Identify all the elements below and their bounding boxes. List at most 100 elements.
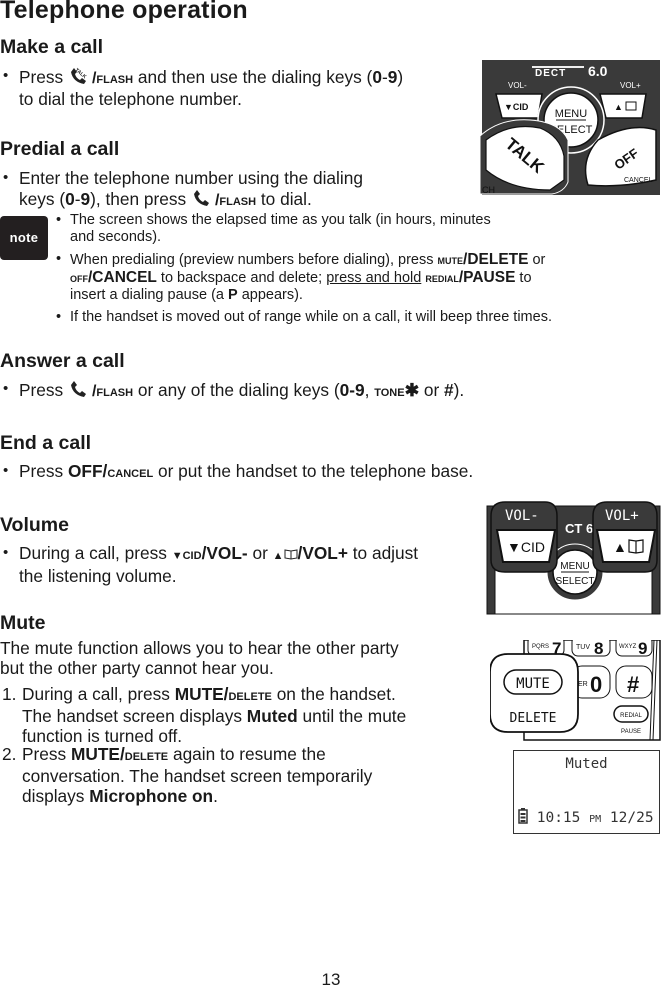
text: During a call, press xyxy=(19,543,172,563)
lcd-screen: Muted 10:15 PM 12/25 xyxy=(513,750,660,834)
text: Press xyxy=(19,380,68,400)
brand-number: 6.0 xyxy=(588,63,608,79)
text: ) xyxy=(397,67,404,87)
svg-text:▼CID: ▼CID xyxy=(504,102,529,112)
text: again to resume the xyxy=(168,744,326,764)
delete-key-label: /DELETE xyxy=(463,251,529,268)
svg-text:VOL-: VOL- xyxy=(505,508,539,524)
svg-text:MENU: MENU xyxy=(555,108,587,120)
mute-delete-button[interactable]: MUTE DELETE xyxy=(490,653,579,733)
flash-key-label: /FLASH xyxy=(91,383,134,400)
vol-plus-label: VOL+ xyxy=(620,81,641,90)
heading-end-a-call: End a call xyxy=(0,432,92,454)
text: or put the handset to the telephone base… xyxy=(153,461,474,481)
svg-text:9: 9 xyxy=(638,640,647,658)
off-key-label: OFF/ xyxy=(67,461,108,481)
brand-label: DECT xyxy=(535,68,566,79)
key-9[interactable]: WXYZ 9 xyxy=(615,640,653,658)
lcd-time: 10:15 xyxy=(536,810,581,826)
text: Press xyxy=(19,461,68,481)
vol-minus-label: VOL- xyxy=(508,81,527,90)
text: The handset screen displays xyxy=(22,706,247,726)
battery-icon xyxy=(518,808,528,824)
key-0: 0 xyxy=(372,67,382,87)
bullet-dot: • xyxy=(56,309,62,325)
key-8[interactable]: TUV 8 xyxy=(571,640,611,658)
text: . xyxy=(213,786,218,806)
bullet-dot: • xyxy=(3,462,9,479)
bullet-dot: • xyxy=(56,212,62,228)
text: ). xyxy=(453,380,465,400)
cid-button[interactable]: ▼CID xyxy=(495,93,543,119)
svg-text:MUTE: MUTE xyxy=(516,676,550,692)
vol-minus-cid-button[interactable]: VOL- ▼CID xyxy=(490,501,558,573)
muted-label: Muted xyxy=(246,706,298,726)
text: If the handset is moved out of range whi… xyxy=(70,309,552,325)
delete-key-label: DELETE xyxy=(228,687,272,704)
vol-plus-directory-button[interactable]: VOL+ ▲ xyxy=(592,501,658,573)
key-9: 9 xyxy=(387,67,398,87)
text: conversation. The handset screen tempora… xyxy=(22,766,373,786)
text: displays xyxy=(22,786,90,806)
svg-text:TUV: TUV xyxy=(576,644,590,651)
svg-text:REDIAL: REDIAL xyxy=(620,713,642,719)
key-0: 0 xyxy=(65,189,75,209)
text: Enter the telephone number using the dia… xyxy=(19,168,363,188)
text: and then use the dialing keys ( xyxy=(133,67,373,87)
heading-volume: Volume xyxy=(0,514,69,536)
note-item: • When predialing (preview numbers befor… xyxy=(52,251,662,304)
heading-make-a-call: Make a call xyxy=(0,36,103,58)
bullet-dot: • xyxy=(3,67,9,84)
text: appears). xyxy=(237,287,303,303)
text: function is turned off. xyxy=(22,726,183,746)
svg-text:8: 8 xyxy=(594,640,603,658)
note-badge: note xyxy=(0,216,48,260)
directory-book-icon xyxy=(284,549,298,560)
text: or xyxy=(247,543,273,563)
handset-top-illustration: DECT 6.0 VOL- VOL+ ▼CID ▲ MENU SELECT OF… xyxy=(480,60,660,195)
svg-text:DELETE: DELETE xyxy=(510,711,557,726)
svg-text:PAUSE: PAUSE xyxy=(621,729,641,735)
note-list: • The screen shows the elapsed time as y… xyxy=(52,212,662,331)
keypad-illustration: PQRS 7 TUV 8 WXYZ 9 ER 0 # REDIAL PAUSE … xyxy=(490,640,661,741)
svg-text:▲: ▲ xyxy=(614,102,623,112)
lcd-time-row: 10:15 PM 12/25 xyxy=(518,808,654,826)
pause-key-label: /PAUSE xyxy=(458,269,516,286)
microphone-on-label: Microphone on xyxy=(89,786,214,806)
talk-button[interactable]: TALK CH xyxy=(480,119,569,195)
text: on the handset. xyxy=(271,684,396,704)
text: but the other party cannot hear you. xyxy=(0,658,274,678)
text: insert a dialing pause (a xyxy=(70,287,228,303)
underlined-text: press and hold xyxy=(326,270,422,286)
bullet-dot: • xyxy=(3,544,9,561)
flash-key-label: /FLASH xyxy=(214,192,257,209)
text: ), then press xyxy=(90,189,191,209)
bullet-dot: • xyxy=(3,169,9,186)
tone-key-label: TONE xyxy=(374,383,405,400)
svg-text:CH: CH xyxy=(482,185,495,195)
hash-key: # xyxy=(444,380,454,400)
text: until the mute xyxy=(297,706,407,726)
svg-text:SELECT: SELECT xyxy=(556,576,595,587)
svg-text:MENU: MENU xyxy=(560,561,589,572)
text: Press xyxy=(19,67,68,87)
text: or xyxy=(528,252,546,268)
handset-volume-illustration: CT 6 MENU SELECT VOL- ▼CID VOL+ ▲ xyxy=(486,501,661,615)
mute-intro: The mute function allows you to hear the… xyxy=(0,638,399,678)
star-icon: ✱ xyxy=(404,380,420,400)
directory-button[interactable]: ▲ xyxy=(599,93,647,119)
down-triangle-icon: ▼ xyxy=(171,550,183,562)
key-hash[interactable]: # xyxy=(615,665,653,699)
mute-key-label: MUTE/ xyxy=(70,744,125,764)
talk-phone-icon: TALK xyxy=(70,67,88,84)
text: Press xyxy=(22,744,71,764)
mute-key-label: MUTE/ xyxy=(174,684,229,704)
off-key-label: OFF xyxy=(70,271,88,285)
text: , xyxy=(364,380,375,400)
text: When predialing (preview numbers before … xyxy=(70,252,438,268)
brand-fragment: CT 6 xyxy=(565,521,593,536)
svg-text:▼CID: ▼CID xyxy=(507,539,545,555)
bullet-dot: • xyxy=(3,380,9,397)
mute-key-label: MUTE xyxy=(437,253,464,267)
svg-text:ER: ER xyxy=(578,681,588,688)
